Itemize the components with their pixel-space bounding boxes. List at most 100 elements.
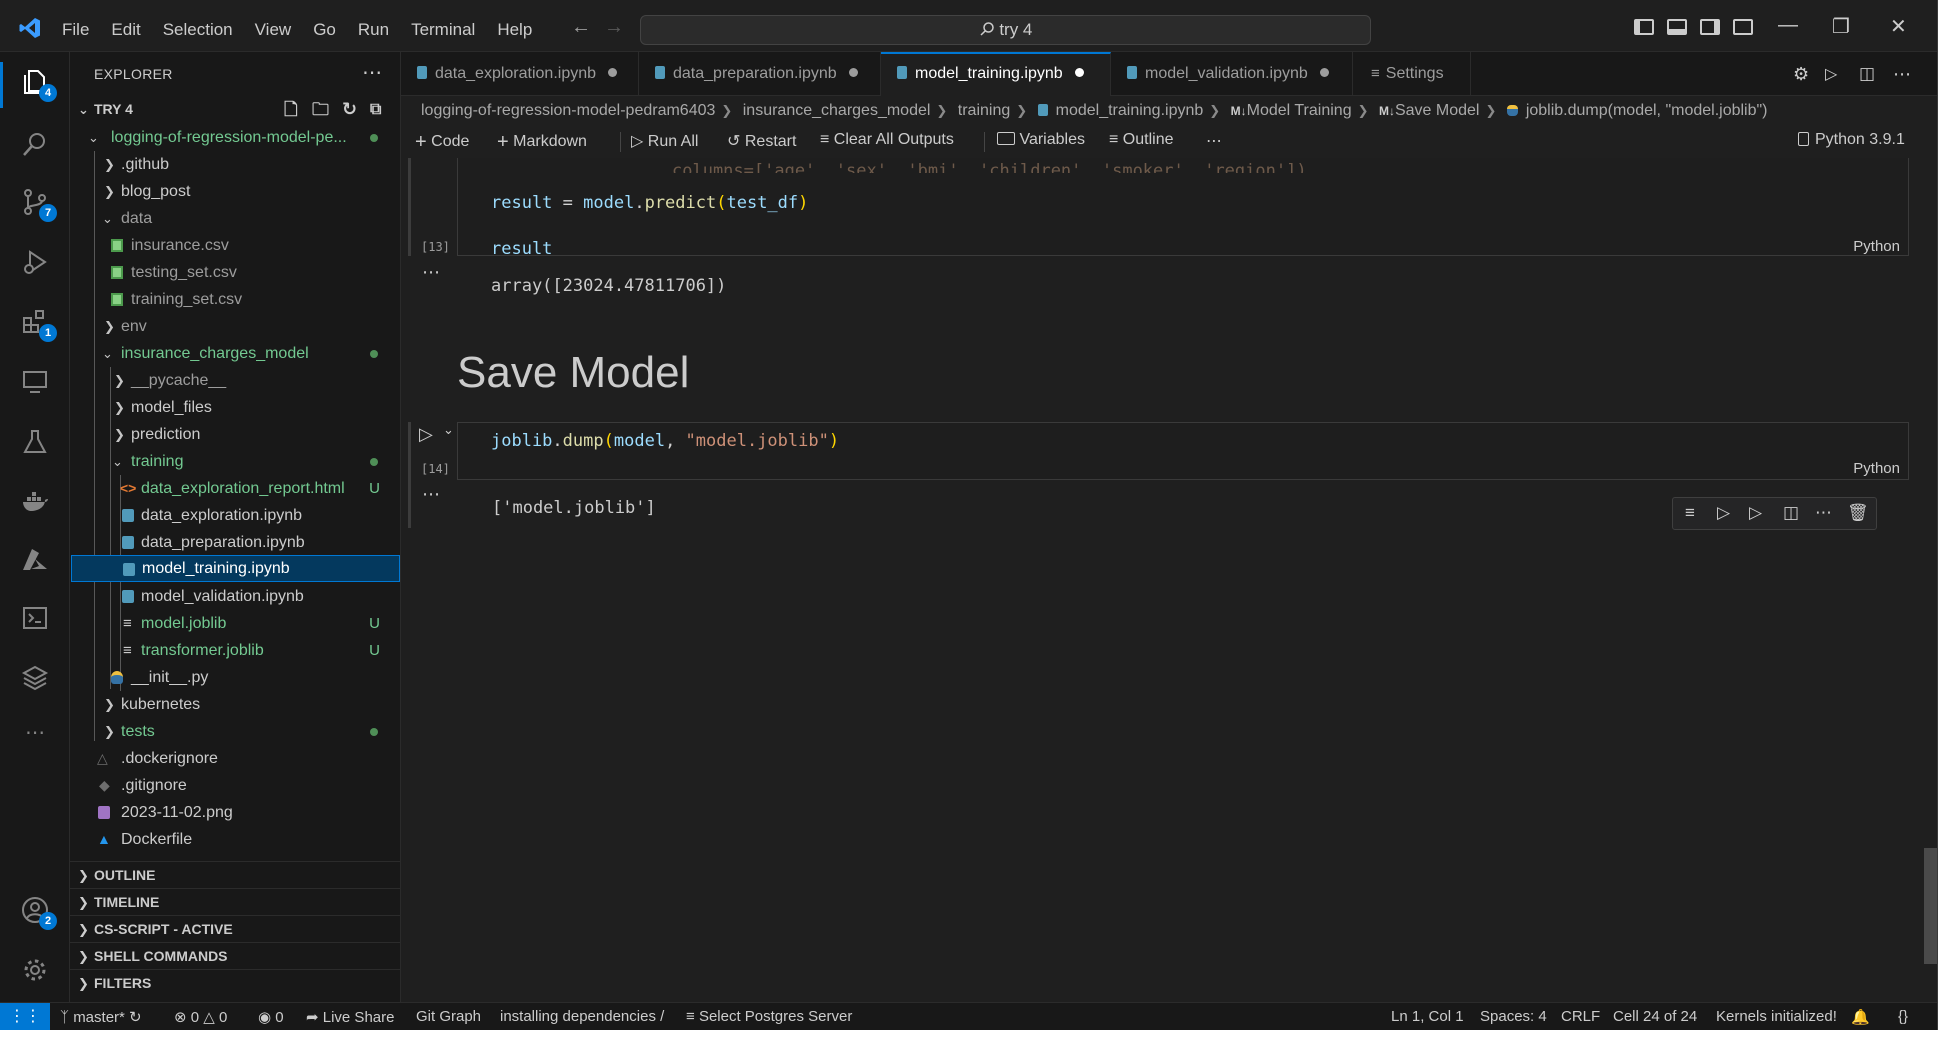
variables-button[interactable]: Variables (997, 131, 1085, 149)
section-shell-commands[interactable]: ❯ SHELL COMMANDS (70, 942, 400, 969)
tab-model-training[interactable]: model_training.ipynb (881, 52, 1111, 96)
tree-item-model-joblib[interactable]: ≡ model.joblib U (70, 610, 400, 637)
workspace-header[interactable]: ⌄ TRY 4 🗋 🗀 ↻ ⧉ (70, 96, 400, 123)
output-more-icon[interactable]: ⋯ (422, 262, 441, 283)
tree-item-model-training[interactable]: model_training.ipynb (71, 555, 400, 582)
menu-go[interactable]: Go (302, 18, 347, 42)
tree-item-kubernetes[interactable]: ❯ kubernetes (70, 691, 400, 718)
minimize-icon[interactable]: — (1778, 14, 1798, 37)
cell-more-icon[interactable]: ⋯ (1815, 503, 1832, 523)
problems-indicator[interactable]: ⊗ 0 △ 0 (174, 1008, 227, 1026)
extensions-icon[interactable]: 1 (21, 308, 57, 342)
tree-item-env[interactable]: ❯ env (70, 313, 400, 340)
tree-item-github[interactable]: ❯ .github (70, 151, 400, 178)
postgres-button[interactable]: ≡ Select Postgres Server (686, 1008, 852, 1025)
remote-indicator[interactable]: ⋮⋮ (0, 1003, 50, 1030)
refresh-icon[interactable]: ↻ (342, 96, 357, 123)
terminal-icon[interactable] (21, 604, 49, 632)
run-icon[interactable]: ▷ (1825, 64, 1837, 84)
run-cell-icon[interactable]: ▷ (419, 424, 433, 445)
restore-icon[interactable]: ❐ (1832, 14, 1850, 39)
breadcrumb-item[interactable]: joblib.dump(model, "model.joblib") (1526, 102, 1768, 119)
docker-icon[interactable] (21, 488, 49, 516)
add-markdown-cell-button[interactable]: + Markdown (497, 131, 587, 154)
tree-item-model-files[interactable]: ❯ model_files (70, 394, 400, 421)
close-icon[interactable]: ✕ (1890, 14, 1907, 39)
settings-gear-icon[interactable] (21, 956, 49, 984)
tree-item-tests[interactable]: ❯ tests (70, 718, 400, 745)
breadcrumb-item[interactable]: training (958, 102, 1010, 119)
execute-above-icon[interactable]: ≡ (1685, 503, 1695, 523)
cell-position[interactable]: Cell 24 of 24 (1613, 1008, 1697, 1025)
back-arrow-icon[interactable]: ← (571, 16, 591, 39)
breadcrumb-item[interactable]: Model Training (1247, 102, 1352, 119)
gear-icon[interactable]: ⚙ (1793, 64, 1809, 85)
section-cs-script[interactable]: ❯ CS-SCRIPT - ACTIVE (70, 915, 400, 942)
output-more-icon[interactable]: ⋯ (422, 484, 441, 505)
tree-item-training-csv[interactable]: training_set.csv (70, 286, 400, 313)
kernel-status[interactable]: Kernels initialized! (1716, 1008, 1837, 1025)
editor-scrollbar[interactable] (1924, 848, 1937, 964)
more-activities-icon[interactable]: ⋯ (21, 720, 49, 748)
run-below-icon[interactable]: ▷ (1749, 503, 1762, 523)
live-share-button[interactable]: ➦ Live Share (306, 1008, 394, 1026)
source-control-icon[interactable]: 7 (21, 188, 57, 222)
tree-item-training[interactable]: ⌄ training (70, 448, 400, 475)
layers-icon[interactable] (21, 664, 49, 692)
tree-item-gitignore[interactable]: ◆ .gitignore (70, 772, 400, 799)
tree-item-png[interactable]: 2023-11-02.png (70, 799, 400, 826)
run-all-button[interactable]: ▷ Run All (631, 131, 698, 151)
explorer-more-icon[interactable]: ⋯ (362, 60, 382, 85)
azure-icon[interactable] (21, 546, 49, 574)
outline-button[interactable]: ≡ Outline (1109, 131, 1174, 149)
menu-run[interactable]: Run (347, 18, 400, 42)
split-editor-icon[interactable]: ◫ (1859, 64, 1875, 84)
run-debug-icon[interactable] (21, 248, 49, 276)
section-outline[interactable]: ❯ OUTLINE (70, 861, 400, 888)
tree-item-insurance-model[interactable]: ⌄ insurance_charges_model (70, 340, 400, 367)
code-cell-13[interactable]: columns=['age', 'sex', 'bmi', 'children'… (457, 158, 1909, 259)
tab-settings[interactable]: ≡ Settings (1353, 52, 1471, 96)
tree-item-data[interactable]: ⌄ data (70, 205, 400, 232)
tree-item-insurance-csv[interactable]: insurance.csv (70, 232, 400, 259)
breadcrumb-item[interactable]: insurance_charges_model (743, 102, 931, 119)
search-activity-icon[interactable] (21, 130, 49, 158)
new-folder-icon[interactable]: 🗀 (312, 96, 329, 123)
accounts-icon[interactable]: 2 (21, 896, 57, 930)
branch-indicator[interactable]: ᛉ master* ↻ (60, 1008, 142, 1026)
forward-arrow-icon[interactable]: → (604, 16, 624, 39)
add-code-cell-button[interactable]: + Code (415, 131, 469, 154)
code-cell-14[interactable]: joblib.dump(model, "model.joblib") (457, 422, 1909, 480)
toggle-panel-icon[interactable] (1667, 19, 1687, 35)
tab-data-preparation[interactable]: data_preparation.ipynb (639, 52, 881, 96)
markdown-heading[interactable]: Save Model (457, 348, 689, 398)
collapse-all-icon[interactable]: ⧉ (370, 96, 381, 123)
menu-terminal[interactable]: Terminal (400, 18, 486, 42)
toolbar-more-icon[interactable]: ⋯ (1206, 131, 1222, 151)
tree-item-transformer-joblib[interactable]: ≡ transformer.joblib U (70, 637, 400, 664)
toggle-sidebar-icon[interactable] (1634, 19, 1654, 35)
restart-button[interactable]: ↺ Restart (727, 131, 796, 151)
more-actions-icon[interactable]: ⋯ (1893, 64, 1911, 85)
tree-item-testing-csv[interactable]: testing_set.csv (70, 259, 400, 286)
breadcrumb-item[interactable]: logging-of-regression-model-pedram6403 (421, 102, 715, 119)
menu-file[interactable]: File (51, 18, 100, 42)
toggle-secondary-sidebar-icon[interactable] (1700, 19, 1720, 35)
git-graph-button[interactable]: Git Graph (416, 1008, 481, 1025)
breadcrumb-item[interactable]: Save Model (1395, 102, 1480, 119)
tree-item-blog-post[interactable]: ❯ blog_post (70, 178, 400, 205)
ports-indicator[interactable]: ◉ 0 (258, 1008, 284, 1026)
breadcrumb-item[interactable]: model_training.ipynb (1056, 102, 1204, 119)
delete-cell-icon[interactable]: 🗑 (1847, 503, 1869, 523)
section-filters[interactable]: ❯ FILTERS (70, 969, 400, 996)
menu-view[interactable]: View (244, 18, 303, 42)
kernel-picker[interactable]: Python 3.9.1 (1798, 131, 1905, 149)
chevron-down-icon[interactable]: ⌄ (443, 422, 454, 438)
tree-item-report-html[interactable]: <> data_exploration_report.html U (70, 475, 400, 502)
cell-language[interactable]: Python (1853, 460, 1900, 477)
explorer-icon[interactable]: 4 (21, 68, 57, 102)
clear-outputs-button[interactable]: ≡ Clear All Outputs (820, 131, 954, 149)
tree-item-dockerfile[interactable]: ▲ Dockerfile (70, 826, 400, 853)
tree-item-dockerignore[interactable]: △ .dockerignore (70, 745, 400, 772)
command-center-search[interactable]: try 4 (640, 15, 1371, 45)
